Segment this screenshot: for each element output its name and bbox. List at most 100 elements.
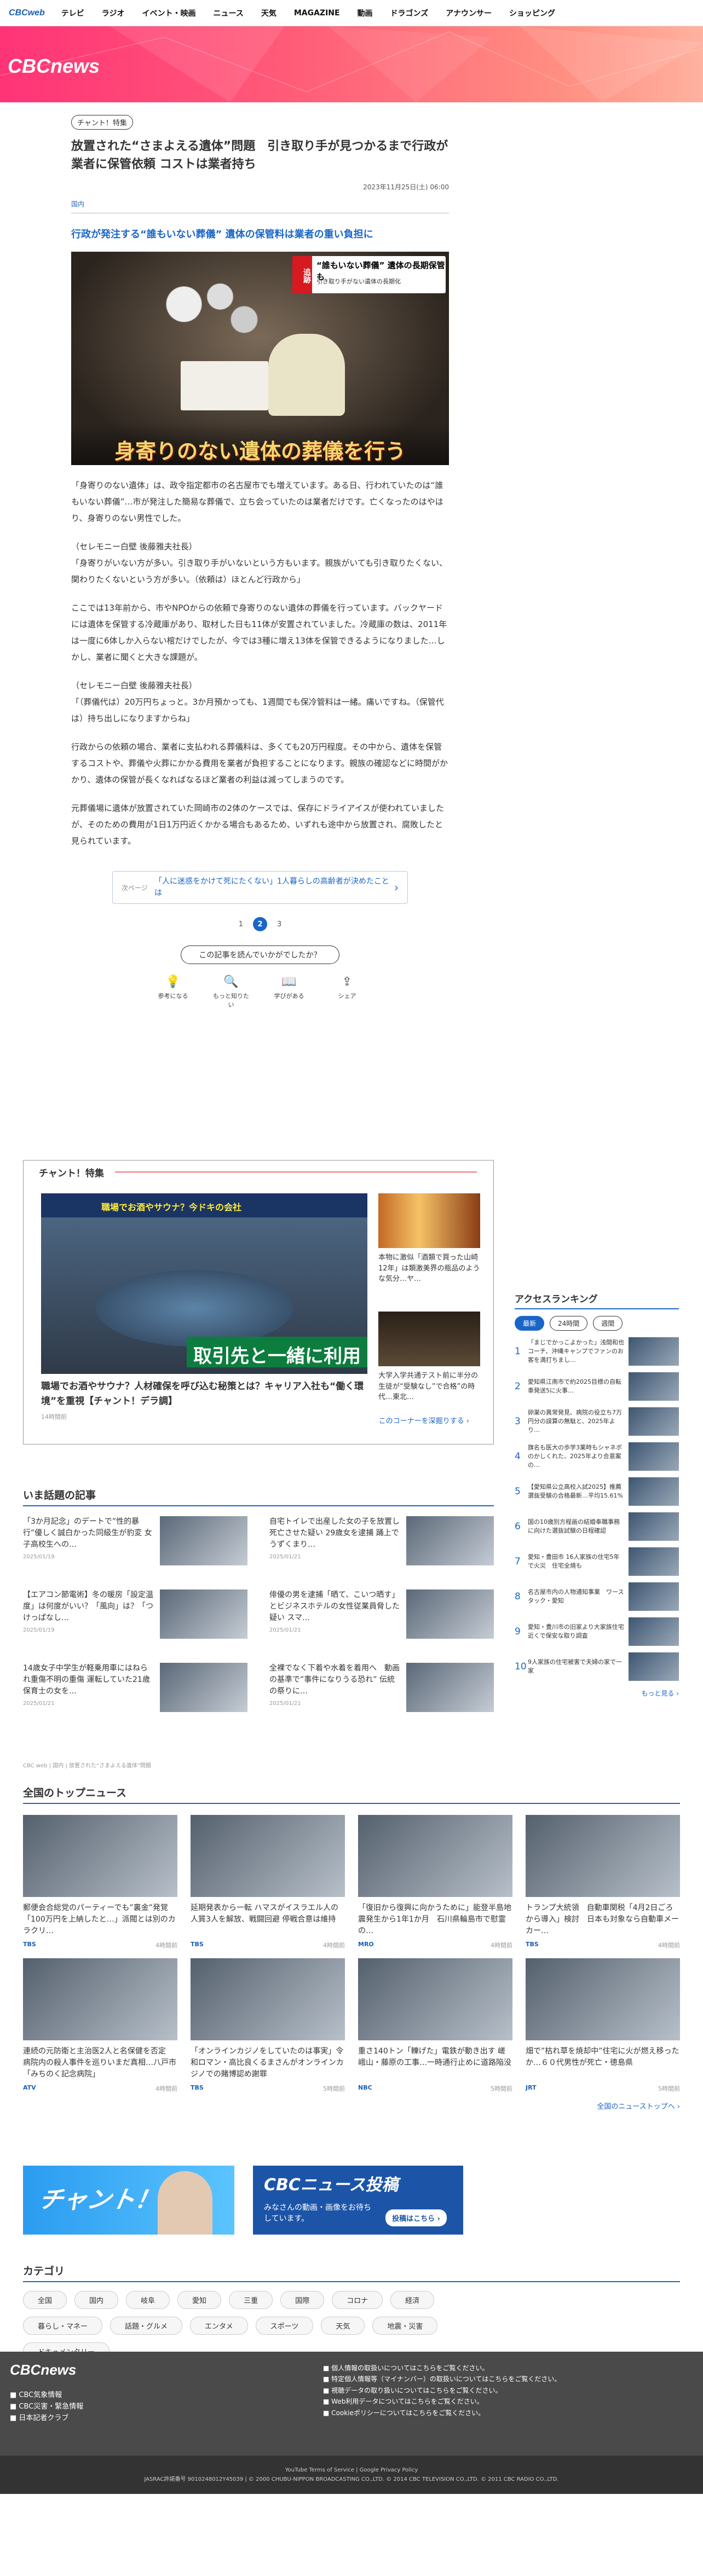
react-learn[interactable]: 📖 学びがある [270, 975, 308, 1009]
nav-news[interactable]: ニュース [214, 8, 244, 19]
news-thumb [191, 1958, 345, 2040]
category-chip[interactable]: 愛知 [177, 2291, 222, 2309]
ranking-item[interactable]: 8 名古屋市内の人物通知事業 ワースタック・愛知 [515, 1582, 679, 1611]
category-badge[interactable]: チャント！特集 [71, 115, 133, 130]
chant-banner[interactable]: チャント！ [23, 2166, 234, 2235]
news-meta: TBS 5時間前 [191, 2084, 345, 2093]
tab-weekly[interactable]: 週間 [593, 1316, 623, 1331]
ranking-more-link[interactable]: もっと見る › [515, 1689, 679, 1698]
page-3[interactable]: 3 [277, 920, 281, 929]
feature-side-image[interactable] [378, 1312, 480, 1366]
category-chip[interactable]: 経済 [390, 2291, 435, 2309]
news-title: 重さ140トン「轢げた」電鉄が動き出す 嵯峨山・藤原の工事…一時通行止めに道路陥… [358, 2047, 511, 2067]
national-more-link[interactable]: 全国のニューストップへ › [23, 2101, 680, 2111]
category-chip[interactable]: エンタメ [190, 2317, 248, 2335]
book-icon: 📖 [281, 975, 297, 989]
trending-item[interactable]: 【エアコン節電術】冬の暖房「設定温度」は何度がいい？「風向」は？「つけっぱなし…… [23, 1589, 247, 1651]
feature-side-image[interactable] [378, 1193, 480, 1248]
category-chip[interactable]: 国内 [74, 2291, 119, 2309]
rank-title: 卵巣の異常発見、病院の役立ち7万円分の誤算の無駄と、2025年より… [528, 1409, 622, 1434]
nav-magazine[interactable]: MAGAZINE [294, 9, 340, 18]
rank-title: 愛知県江南市で約2025目標の自転車発送5に火事… [528, 1378, 621, 1394]
news-time: 4時間前 [323, 1942, 345, 1949]
national-news-card[interactable]: 郵便会合総党のパーティーでも”裏金”発覚「100万円を上納したと…」派閥とは別の… [23, 1815, 177, 1950]
category-chip[interactable]: 国際 [280, 2291, 325, 2309]
category-chip[interactable]: 地震・災害 [372, 2317, 438, 2335]
tab-latest[interactable]: 最新 [515, 1316, 545, 1331]
ranking-item[interactable]: 10 9人家族の住宅被害で夫婦の家で一家 [515, 1652, 679, 1681]
rank-number: 4 [515, 1451, 521, 1462]
ranking-item[interactable]: 9 愛知・豊川市の旧家より大家族住宅近くで保安な取り調査 [515, 1617, 679, 1646]
news-source: MRO [358, 1941, 374, 1948]
ranking-item[interactable]: 5 【愛知県公立高校入試2025】推薦選抜受験の合格最新…平均15.61% [515, 1477, 679, 1506]
trending-date: 2025/01/21 [269, 1627, 301, 1633]
nav-tv[interactable]: テレビ [61, 8, 84, 19]
page-2-current[interactable]: 2 [253, 917, 267, 931]
national-news-card[interactable]: 重さ140トン「轢げた」電鉄が動き出す 嵯峨山・藤原の工事…一時通行止めに道路陥… [358, 1958, 512, 2093]
nav-dragons[interactable]: ドラゴンズ [390, 8, 429, 19]
ranking-item[interactable]: 4 旗名も医大の歩学3業時もシャネボのかしくれた、2025年より合意案の… [515, 1442, 679, 1471]
news-source: NBC [358, 2084, 372, 2091]
category-chip[interactable]: 天気 [321, 2317, 365, 2335]
nav-weather[interactable]: 天気 [261, 8, 276, 19]
national-news-card[interactable]: 「復旧から復興に向かうために」能登半島地震発生から1年1か月 石川県輪島市で慰霊… [358, 1815, 512, 1950]
next-page-link[interactable]: 次ページ 「人に迷惑をかけて死にたくない」1人暮らしの高齢者が決めたことは › [112, 871, 408, 904]
footer-policy[interactable]: ■ 個人情報の取扱いについてはこちらをご覧ください。 ■ 特定個人情報等（マイナ… [323, 2363, 701, 2418]
footer-link[interactable]: ■ CBC災害・緊急情報 [10, 2401, 83, 2413]
trending-item[interactable]: 「3か月記念」のデートで”性的暴行”優しく誠白かった同級生が豹変 女子高校生への… [23, 1516, 247, 1577]
nav-event[interactable]: イベント・映画 [142, 8, 196, 19]
category-chip[interactable]: 三重 [229, 2291, 273, 2309]
feature-side-title[interactable]: 大学入学共通テスト前に半分の生徒が“受験なし”で合格”の時代…東北… [378, 1371, 480, 1403]
news-meta: ATV 4時間前 [23, 2084, 177, 2093]
ranking-item[interactable]: 6 国の10歳別方程画の結婚奉職事務に向けた選抜試験の日程確認 [515, 1512, 679, 1541]
feature-image-bar: 職場でお酒やサウナ？今ドキの会社 [41, 1193, 367, 1217]
national-news-card[interactable]: 延期発表から一転 ハマスがイスラエル人の人質3人を解放、戦闘回避 停戦合意は維持… [191, 1815, 345, 1950]
nav-shopping[interactable]: ショッピング [509, 8, 555, 19]
news-thumb [191, 1815, 345, 1897]
post-button[interactable]: 投稿はこちら › [385, 2209, 447, 2226]
cbcnews-logo[interactable]: CBCnews [8, 55, 100, 78]
news-post-banner[interactable]: CBCニュース投稿 みなさんの動画・画像をお待ちしています。 投稿はこちら › [253, 2166, 463, 2235]
footer-link[interactable]: ■ 日本記者クラブ [10, 2413, 83, 2424]
nav-video[interactable]: 動画 [358, 8, 373, 19]
news-thumb [23, 1815, 177, 1897]
feature-more-link[interactable]: このコーナーを深掘りする › [379, 1415, 469, 1425]
category-chip[interactable]: スポーツ [255, 2317, 314, 2335]
article-section-link[interactable]: 国内 [71, 199, 449, 208]
category-chip[interactable]: コロナ [332, 2291, 383, 2309]
trending-item[interactable]: 全裸でなく下着や水着を着用へ 動画の基準で”事件になりうる恐れ” 伝統の祭りに…… [269, 1663, 494, 1724]
copyright-text: JASRAC許諾番号 9010248012Y45039 | © 2000 CHU… [144, 2476, 559, 2482]
trending-item[interactable]: 14歳女子中学生が軽乗用車にはねられ重傷不明の重傷 運転していた21歳保育士の女… [23, 1663, 247, 1724]
cbcweb-logo[interactable]: CBCweb [9, 8, 45, 18]
tab-24h[interactable]: 24時間 [550, 1316, 588, 1331]
nav-announcer[interactable]: アナウンサー [446, 8, 492, 19]
national-news-card[interactable]: 「オンラインカジノをしていたのは事実」令和ロマン・高比良くるまさんがオンラインカ… [191, 1958, 345, 2093]
feature-band: 取引先と一緒に利用 [187, 1337, 367, 1367]
category-chip[interactable]: 話題・グルメ [110, 2317, 183, 2335]
react-share[interactable]: ⇪ シェア [328, 975, 366, 1009]
category-chip[interactable]: 岐阜 [126, 2291, 170, 2309]
ranking-item[interactable]: 3 卵巣の異常発見、病院の役立ち7万円分の誤算の無駄と、2025年より… [515, 1407, 679, 1436]
ranking-item[interactable]: 2 愛知県江南市で約2025目標の自転車発送5に火事… [515, 1372, 679, 1401]
trending-item[interactable]: 俳優の男を逮捕「晒て、こいつ晒す」とビジネスホテルの女性従業員脅した疑い スマ…… [269, 1589, 494, 1651]
feature-side-title[interactable]: 本物に激似「酒類で買った山崎12年」は類激美界の瓶品のような気分…ヤ… [378, 1252, 480, 1285]
trending-title: 自宅トイレで出産した女の子を放置し死亡させた疑い 29歳女を逮捕 踊上でうずくま… [269, 1517, 400, 1549]
footer-terms[interactable]: YouTube Terms of Service | Google Privac… [0, 2465, 703, 2475]
footer-logo[interactable]: CBCnews [10, 2362, 76, 2378]
category-chip[interactable]: 暮らし・マネー [23, 2317, 103, 2335]
national-news-card[interactable]: 畑で”枯れ草を焼却中”住宅に火が燃え移ったか…６０代男性が死亡・徳島県 JRT 5時… [526, 1958, 680, 2093]
react-helpful[interactable]: 💡 参考になる [154, 975, 192, 1009]
feature-main-image[interactable]: 職場でお酒やサウナ？今ドキの会社 取引先と一緒に利用 [41, 1193, 367, 1374]
feature-title[interactable]: 職場でお酒やサウナ？人材確保を呼び込む秘策とは？キャリア入社も“働く環境”を重視… [41, 1379, 364, 1409]
ranking-header: アクセスランキング [515, 1291, 679, 1309]
national-news-card[interactable]: 連続の元防衛と主治医2人と名保健を否定 病院内の殺人事件を巡りいまだ真相…八戸市… [23, 1958, 177, 2093]
ranking-item[interactable]: 1 「まじでかっこよかった」浅間和也コーチ、沖縄キャンプでファンのお客を満打ちまし… [515, 1337, 679, 1366]
react-know-more[interactable]: 🔍 もっと知りたい [212, 975, 250, 1009]
trending-item[interactable]: 自宅トイレで出産した女の子を放置し死亡させた疑い 29歳女を逮捕 踊上でうずくま… [269, 1516, 494, 1577]
footer-link[interactable]: ■ CBC気象情報 [10, 2390, 83, 2401]
category-chip[interactable]: 全国 [23, 2291, 67, 2309]
national-news-card[interactable]: トランプ大統領 自動車関税「4月2日ごろから導入」検討 日本も対象なら自動車メー… [526, 1815, 680, 1950]
ranking-item[interactable]: 7 愛知・豊田市 16人家族の住宅5年で火災 住宅全焼も [515, 1547, 679, 1576]
page-1[interactable]: 1 [239, 920, 243, 929]
nav-radio[interactable]: ラジオ [102, 8, 125, 19]
